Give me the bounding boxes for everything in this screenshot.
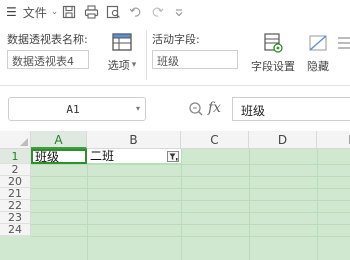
undo-icon[interactable]: [126, 3, 144, 21]
row-header-1[interactable]: 1: [0, 149, 31, 164]
name-box[interactable]: A1 ▾: [8, 97, 146, 121]
function-icon[interactable]: fx: [208, 100, 221, 116]
row-header-24[interactable]: 24: [0, 224, 31, 236]
options-label: 选项: [107, 59, 130, 72]
print-preview-icon[interactable]: [104, 3, 122, 21]
hide-icon: [309, 35, 327, 51]
redo-icon[interactable]: [148, 3, 166, 21]
pivot-table-icon: [112, 33, 132, 51]
save-icon[interactable]: [60, 3, 78, 21]
chevron-down-icon[interactable]: ▾: [136, 104, 140, 113]
formula-input[interactable]: 班级: [232, 97, 350, 121]
chevron-down-icon: ⌄: [50, 7, 59, 17]
column-header-a[interactable]: A: [31, 131, 87, 149]
hamburger-icon: ☰: [6, 5, 17, 19]
filter-dropdown-icon[interactable]: [167, 151, 179, 162]
spreadsheet-grid[interactable]: A B C D E 1 2 20 21 22 23 24 二班 班级: [0, 131, 350, 260]
column-header-d[interactable]: D: [249, 131, 317, 149]
hide-label: 隐藏: [307, 60, 329, 73]
select-all-corner[interactable]: [0, 131, 31, 149]
pivot-name-label: 数据透视表名称:: [7, 33, 88, 46]
pivot-ribbon: 数据透视表名称: 数据透视表4 选项 ▾ 活动字段: 班级 字段设置 隐藏: [0, 24, 350, 86]
column-header-b[interactable]: B: [87, 131, 181, 149]
column-header-e[interactable]: E: [317, 131, 350, 149]
file-menu-label: 文件: [22, 5, 47, 20]
hide-button[interactable]: 隐藏: [302, 32, 334, 74]
formula-bar: A1 ▾ fx 班级: [0, 97, 350, 123]
options-button[interactable]: 选项 ▾: [104, 32, 140, 73]
column-header-c[interactable]: C: [181, 131, 249, 149]
active-field-input[interactable]: 班级: [152, 50, 238, 69]
active-field-label: 活动字段:: [152, 33, 200, 46]
field-settings-label: 字段设置: [251, 60, 295, 73]
file-menu-button[interactable]: ☰ 文件 ⌄: [6, 2, 58, 22]
pivot-name-field[interactable]: 数据透视表4: [7, 50, 89, 69]
field-settings-button[interactable]: 字段设置: [248, 32, 298, 74]
cell-a1[interactable]: 班级: [31, 149, 87, 164]
chevron-down-icon: ▾: [131, 60, 137, 70]
more-lines-icon[interactable]: [338, 34, 350, 52]
cell-reference: A1: [66, 103, 80, 116]
print-icon[interactable]: [82, 3, 100, 21]
field-settings-icon: [264, 33, 283, 53]
zoom-icon[interactable]: [188, 101, 204, 120]
quick-access-toolbar: ☰ 文件 ⌄: [0, 0, 350, 24]
customize-toolbar-icon[interactable]: [170, 3, 188, 21]
